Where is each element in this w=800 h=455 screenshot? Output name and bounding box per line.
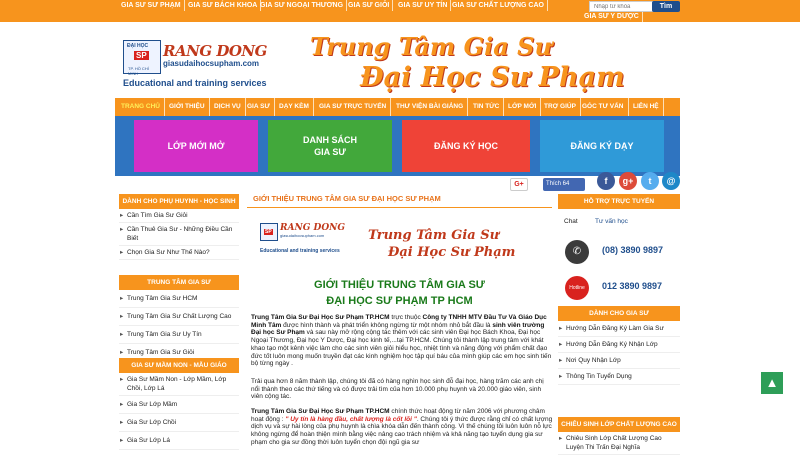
chevron-up-icon[interactable]: ▲ xyxy=(761,372,783,394)
topnav-item-gia-su-y-duoc[interactable]: GIA SƯ Y DƯỢC xyxy=(581,11,643,22)
topnav-item-gia-su-chat-luong-cao[interactable]: GIA SƯ CHẤT LƯỢNG CAO xyxy=(449,0,548,11)
phone-number-1[interactable]: (08) 3890 9897 xyxy=(602,245,663,255)
content-paragraph-1: Trung Tâm Gia Sư Đại Học Sư Phạm TP.HCM … xyxy=(251,314,552,368)
left-item[interactable]: Cần Thuê Gia Sư - Những Điều Cần Biết xyxy=(119,223,239,246)
left-section-centers-title: TRUNG TÂM GIA SƯ xyxy=(119,275,239,290)
nav-tin-tuc[interactable]: TIN TỨC xyxy=(469,98,505,116)
right-section-tutors-title: DÀNH CHO GIA SƯ xyxy=(558,306,680,321)
search-button[interactable]: Tìm xyxy=(652,1,680,12)
right-section-quality: CHIÊU SINH LỚP CHẤT LƯỢNG CAO Chiêu Sinh… xyxy=(558,417,680,455)
google-plus-icon[interactable]: g+ xyxy=(619,172,637,190)
left-item[interactable]: Cần Tìm Gia Sư Giỏi xyxy=(119,209,239,223)
content-paragraph-2: Trải qua hơn 8 năm thành lập, chúng tôi … xyxy=(251,378,544,401)
content-heading-line2: ĐẠI HỌC SƯ PHẠM TP HCM xyxy=(326,295,473,307)
right-item[interactable]: Nơi Quy Nhận Lớp xyxy=(558,353,680,369)
left-item[interactable]: Trung Tâm Gia Sư Chất Lượng Cao xyxy=(119,308,239,326)
phone-number-2[interactable]: 012 3890 9897 xyxy=(602,281,662,291)
google-plus-button[interactable]: G+ xyxy=(510,178,528,191)
logo-brand: RANG DONG xyxy=(163,42,267,60)
email-icon[interactable]: @ xyxy=(662,172,680,190)
nav-lop-moi[interactable]: LỚP MỚI xyxy=(504,98,542,116)
chat-text[interactable]: Tư vấn học xyxy=(595,218,628,225)
banner-slogan-line2: Đại Học Sư Phạm xyxy=(388,245,516,260)
nav-gioi-thieu[interactable]: GIỚI THIỆU xyxy=(165,98,210,116)
topnav-item-gia-su-su-pham[interactable]: GIA SƯ SƯ PHẠM xyxy=(118,0,185,11)
logo-tagline: Educational and training services xyxy=(123,78,267,88)
right-section-support-title: HỖ TRỢ TRỰC TUYẾN xyxy=(558,194,680,209)
right-item[interactable]: Thông Tin Tuyển Dụng xyxy=(558,369,680,385)
logo-badge-sp: SP xyxy=(134,51,149,60)
content-banner-image: SP RANG DONG giasudaihocsupham.com Educa… xyxy=(260,220,550,270)
topnav-item-gia-su-bach-khoa[interactable]: GIA SƯ BÁCH KHOA xyxy=(185,0,262,11)
topnav-item-gia-su-uy-tin[interactable]: GIA SƯ UY TÍN xyxy=(395,0,452,11)
logo-badge-icon: ĐẠI HỌC SP TP. HỒ CHÍ MINH xyxy=(123,40,161,76)
tile-dang-ky-hoc[interactable]: ĐĂNG KÝ HỌC xyxy=(402,120,530,172)
header-slogan-line1: Trung Tâm Gia Sư xyxy=(310,32,552,61)
left-item[interactable]: Gia Sư Mầm Non - Lớp Mầm, Lớp Chồi, Lớp … xyxy=(119,373,239,396)
hotline-icon: Hotline xyxy=(565,276,589,300)
left-item[interactable]: Trung Tâm Gia Sư HCM xyxy=(119,290,239,308)
nav-lien-he[interactable]: LIÊN HỆ xyxy=(629,98,664,116)
phone-icon: ✆ xyxy=(565,240,589,264)
left-item[interactable]: Chọn Gia Sư Như Thế Nào? xyxy=(119,246,239,260)
left-section-parents: DÀNH CHO PHỤ HUYNH - HỌC SINH Cần Tìm Gi… xyxy=(119,194,239,260)
site-logo[interactable]: ĐẠI HỌC SP TP. HỒ CHÍ MINH RANG DONG gia… xyxy=(123,40,303,96)
right-item[interactable]: Hướng Dẫn Đăng Ký Nhận Lớp xyxy=(558,337,680,353)
chat-label[interactable]: Chat xyxy=(564,218,578,225)
left-item[interactable]: Trung Tâm Gia Sư Uy Tín xyxy=(119,326,239,344)
left-item[interactable]: Gia Sư Lớp Lá xyxy=(119,432,239,450)
topnav-item-gia-su-ngoai-thuong[interactable]: GIA SƯ NGOẠI THƯƠNG xyxy=(257,0,348,11)
nav-goc-tu-van[interactable]: GÓC TƯ VẤN xyxy=(578,98,629,116)
banner-brand: RANG DONG xyxy=(280,223,346,233)
left-section-preschool: GIA SƯ MẦM NON - MẪU GIÁO Gia Sư Mầm Non… xyxy=(119,358,239,450)
right-item[interactable]: Hướng Dẫn Đăng Ký Làm Gia Sư xyxy=(558,321,680,337)
nav-trang-chu[interactable]: TRANG CHỦ xyxy=(117,98,165,116)
tile-dang-ky-day[interactable]: ĐĂNG KÝ DẠY xyxy=(540,120,664,172)
right-item[interactable]: Chiêu Sinh Lớp Chất Lượng Cao Luyện Thi … xyxy=(558,432,680,455)
twitter-icon[interactable]: t xyxy=(641,172,659,190)
left-section-centers: TRUNG TÂM GIA SƯ Trung Tâm Gia Sư HCM Tr… xyxy=(119,275,239,362)
logo-url: giasudaihocsupham.com xyxy=(163,59,260,68)
main-content: GIỚI THIỆU TRUNG TÂM GIA SƯ ĐẠI HỌC SƯ P… xyxy=(247,194,552,446)
header-slogan-line2: Đại Học Sư Phạm xyxy=(360,62,625,93)
left-item[interactable]: Gia Sư Lớp Mầm xyxy=(119,396,239,414)
main-nav: TRANG CHỦ GIỚI THIỆU DỊCH VỤ GIA SƯ DẠY … xyxy=(115,98,680,116)
banner-slogan-line1: Trung Tâm Gia Sư xyxy=(368,228,500,243)
logo-badge-top: ĐẠI HỌC xyxy=(127,43,149,49)
right-section-support: HỖ TRỢ TRỰC TUYẾN Chat Tư vấn học ✆ (08)… xyxy=(558,194,680,314)
nav-tro-giup[interactable]: TRỢ GIÚP xyxy=(540,98,581,116)
banner-logo-icon: SP xyxy=(260,223,278,241)
nav-day-kem[interactable]: DẠY KÈM xyxy=(275,98,314,116)
banner-tagline: Educational and training services xyxy=(260,248,340,254)
page-title: GIỚI THIỆU TRUNG TÂM GIA SƯ ĐẠI HỌC SƯ P… xyxy=(247,194,552,208)
right-section-tutors: DÀNH CHO GIA SƯ Hướng Dẫn Đăng Ký Làm Gi… xyxy=(558,306,680,385)
nav-dich-vu[interactable]: DỊCH VỤ xyxy=(210,98,246,116)
content-paragraph-3: Trung Tâm Gia Sư Đại Học Sư Phạm TP.HCM … xyxy=(251,408,553,446)
left-section-parents-title: DÀNH CHO PHỤ HUYNH - HỌC SINH xyxy=(119,194,239,209)
left-section-preschool-title: GIA SƯ MẦM NON - MẪU GIÁO xyxy=(119,358,239,373)
nav-gia-su[interactable]: GIA SƯ xyxy=(243,98,275,116)
phone-row-2[interactable]: Hotline 012 3890 9897 xyxy=(565,276,677,300)
nav-thu-vien-bai-giang[interactable]: THƯ VIỆN BÀI GIẢNG xyxy=(392,98,469,116)
phone-row-1[interactable]: ✆ (08) 3890 9897 xyxy=(565,240,677,264)
facebook-icon[interactable]: f xyxy=(597,172,615,190)
content-heading-line1: GIỚI THIỆU TRUNG TÂM GIA SƯ xyxy=(314,279,485,291)
topnav-item-gia-su-gioi[interactable]: GIA SƯ GIỎI xyxy=(345,0,394,11)
site-header: ĐẠI HỌC SP TP. HỒ CHÍ MINH RANG DONG gia… xyxy=(115,22,680,98)
right-section-quality-title: CHIÊU SINH LỚP CHẤT LƯỢNG CAO xyxy=(558,417,680,432)
tile-danh-sach-gia-su[interactable]: DANH SÁCH GIA SƯ xyxy=(268,120,392,172)
nav-gia-su-truc-tuyen[interactable]: GIA SƯ TRỰC TUYẾN xyxy=(315,98,392,116)
tile-lop-moi-mo[interactable]: LỚP MỚI MỞ xyxy=(134,120,258,172)
facebook-like-button[interactable]: Thích 64 xyxy=(543,178,585,191)
logo-badge-bottom: TP. HỒ CHÍ MINH xyxy=(128,66,149,76)
banner-url: giasudaihocsupham.com xyxy=(280,233,325,238)
quick-links-bar: LỚP MỚI MỞ DANH SÁCH GIA SƯ ĐĂNG KÝ HỌC … xyxy=(115,116,680,176)
left-item[interactable]: Gia Sư Lớp Chồi xyxy=(119,414,239,432)
